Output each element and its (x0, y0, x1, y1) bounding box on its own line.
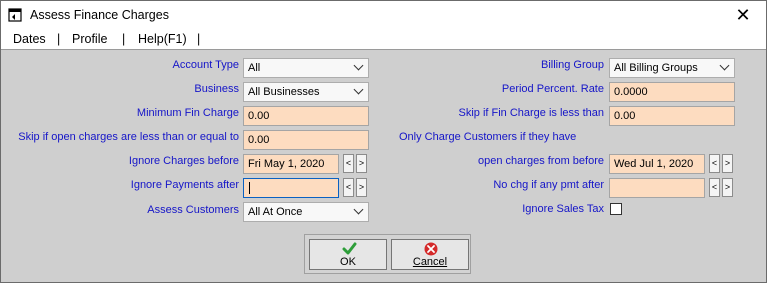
cancel-label: Cancel (412, 256, 448, 268)
chevron-down-icon (353, 84, 364, 95)
chevron-down-icon (353, 204, 364, 215)
ignore-payments-after-label: Ignore Payments after (130, 179, 239, 191)
prev-date-button[interactable]: < (709, 178, 720, 197)
ignore-charges-before-input[interactable]: Fri May 1, 2020 (243, 154, 339, 174)
menu-separator: | (57, 32, 61, 46)
account-type-value: All (248, 62, 261, 74)
chevron-down-icon (719, 60, 730, 71)
ignore-charges-before-label: Ignore Charges before (128, 155, 239, 167)
business-label: Business (194, 83, 239, 95)
billing-group-select[interactable]: All Billing Groups (609, 58, 735, 78)
ok-label: OK (340, 256, 356, 268)
button-panel: OK Cancel (304, 234, 471, 274)
assess-customers-label: Assess Customers (147, 204, 239, 216)
ok-button[interactable]: OK (309, 239, 387, 270)
assess-customers-value: All At Once (248, 206, 303, 218)
next-date-button[interactable]: > (722, 178, 733, 197)
account-type-select[interactable]: All (243, 58, 369, 78)
menu-bar: Dates | Profile | Help(F1) | (1, 30, 766, 49)
ignore-payments-after-input[interactable] (243, 178, 339, 198)
prev-date-button[interactable]: < (709, 154, 720, 173)
text-caret (249, 182, 250, 194)
prev-date-button[interactable]: < (343, 154, 354, 173)
business-value: All Businesses (248, 86, 320, 98)
skip-fin-charge-input[interactable]: 0.00 (609, 106, 735, 126)
minimum-fin-charge-input[interactable]: 0.00 (243, 106, 369, 126)
cancel-icon (424, 242, 438, 256)
window-title: Assess Finance Charges (30, 8, 169, 22)
period-percent-rate-label: Period Percent. Rate (501, 83, 604, 95)
open-charges-from-input[interactable]: Wed Jul 1, 2020 (609, 154, 705, 174)
skip-fin-charge-label: Skip if Fin Charge is less than (458, 107, 604, 119)
no-chg-pmt-after-label: No chg if any pmt after (493, 179, 604, 191)
only-charge-customers-label: Only Charge Customers if they have (399, 131, 577, 143)
billing-group-value: All Billing Groups (614, 62, 698, 74)
cancel-button[interactable]: Cancel (391, 239, 469, 270)
menu-help[interactable]: Help(F1) (138, 32, 187, 46)
open-charges-from-label: open charges from before (478, 155, 604, 167)
billing-group-label: Billing Group (541, 59, 604, 71)
assess-customers-select[interactable]: All At Once (243, 202, 369, 222)
next-date-button[interactable]: > (722, 154, 733, 173)
skip-open-charges-label: Skip if open charges are less than or eq… (18, 131, 239, 143)
window-icon (8, 8, 22, 22)
next-date-button[interactable]: > (356, 154, 367, 173)
menu-dates[interactable]: Dates (13, 32, 46, 46)
close-button[interactable]: ✕ (720, 1, 766, 30)
skip-open-charges-input[interactable]: 0.00 (243, 130, 369, 150)
period-percent-rate-input[interactable]: 0.0000 (609, 82, 735, 102)
ignore-sales-tax-checkbox[interactable] (610, 203, 622, 215)
account-type-label: Account Type (172, 59, 239, 71)
menu-profile[interactable]: Profile (72, 32, 107, 46)
business-select[interactable]: All Businesses (243, 82, 369, 102)
menu-separator: | (122, 32, 126, 46)
assess-finance-charges-window: Assess Finance Charges ✕ Dates | Profile… (0, 0, 767, 283)
next-date-button[interactable]: > (356, 178, 367, 197)
title-bar: Assess Finance Charges ✕ (1, 1, 766, 30)
ignore-sales-tax-label: Ignore Sales Tax (522, 203, 604, 215)
menu-separator: | (197, 32, 201, 46)
chevron-down-icon (353, 60, 364, 71)
no-chg-pmt-after-input[interactable] (609, 178, 705, 198)
minimum-fin-charge-label: Minimum Fin Charge (136, 107, 239, 119)
checkmark-icon (342, 242, 357, 255)
prev-date-button[interactable]: < (343, 178, 354, 197)
